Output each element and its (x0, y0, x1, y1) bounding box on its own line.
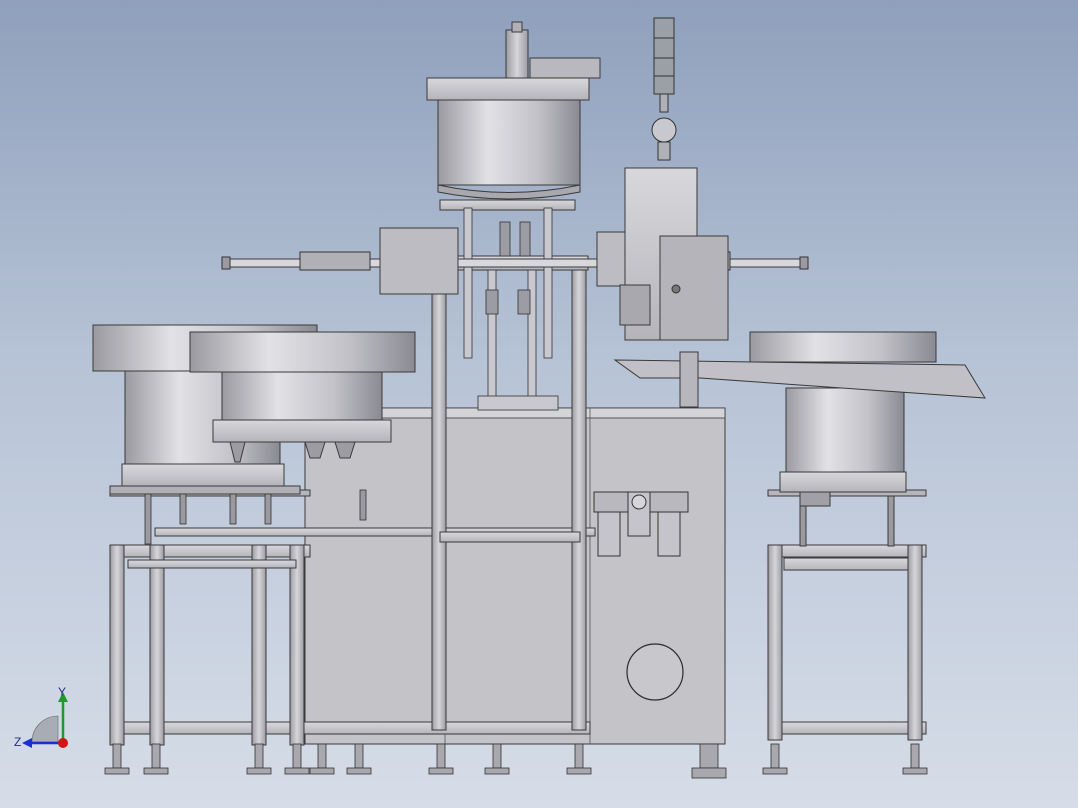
y-axis-label: Y (58, 685, 66, 699)
triad-arc (31, 715, 59, 743)
left-bowl-feeder-b (189, 331, 416, 463)
coordinate-triad: Y Z (14, 685, 68, 749)
right-stand (767, 489, 927, 741)
guide-rods (463, 207, 559, 411)
signal-tower (651, 17, 677, 161)
z-axis-label: Z (14, 735, 21, 749)
assembly-model[interactable] (0, 0, 1078, 808)
leveling-feet (104, 743, 928, 779)
capping-motor (619, 167, 729, 341)
cad-viewport[interactable]: Y Z (0, 0, 1078, 808)
top-hopper (426, 21, 601, 211)
inspection-port (626, 643, 684, 701)
z-axis-arrow-icon (22, 738, 32, 748)
x-axis-dot-icon (58, 738, 68, 748)
